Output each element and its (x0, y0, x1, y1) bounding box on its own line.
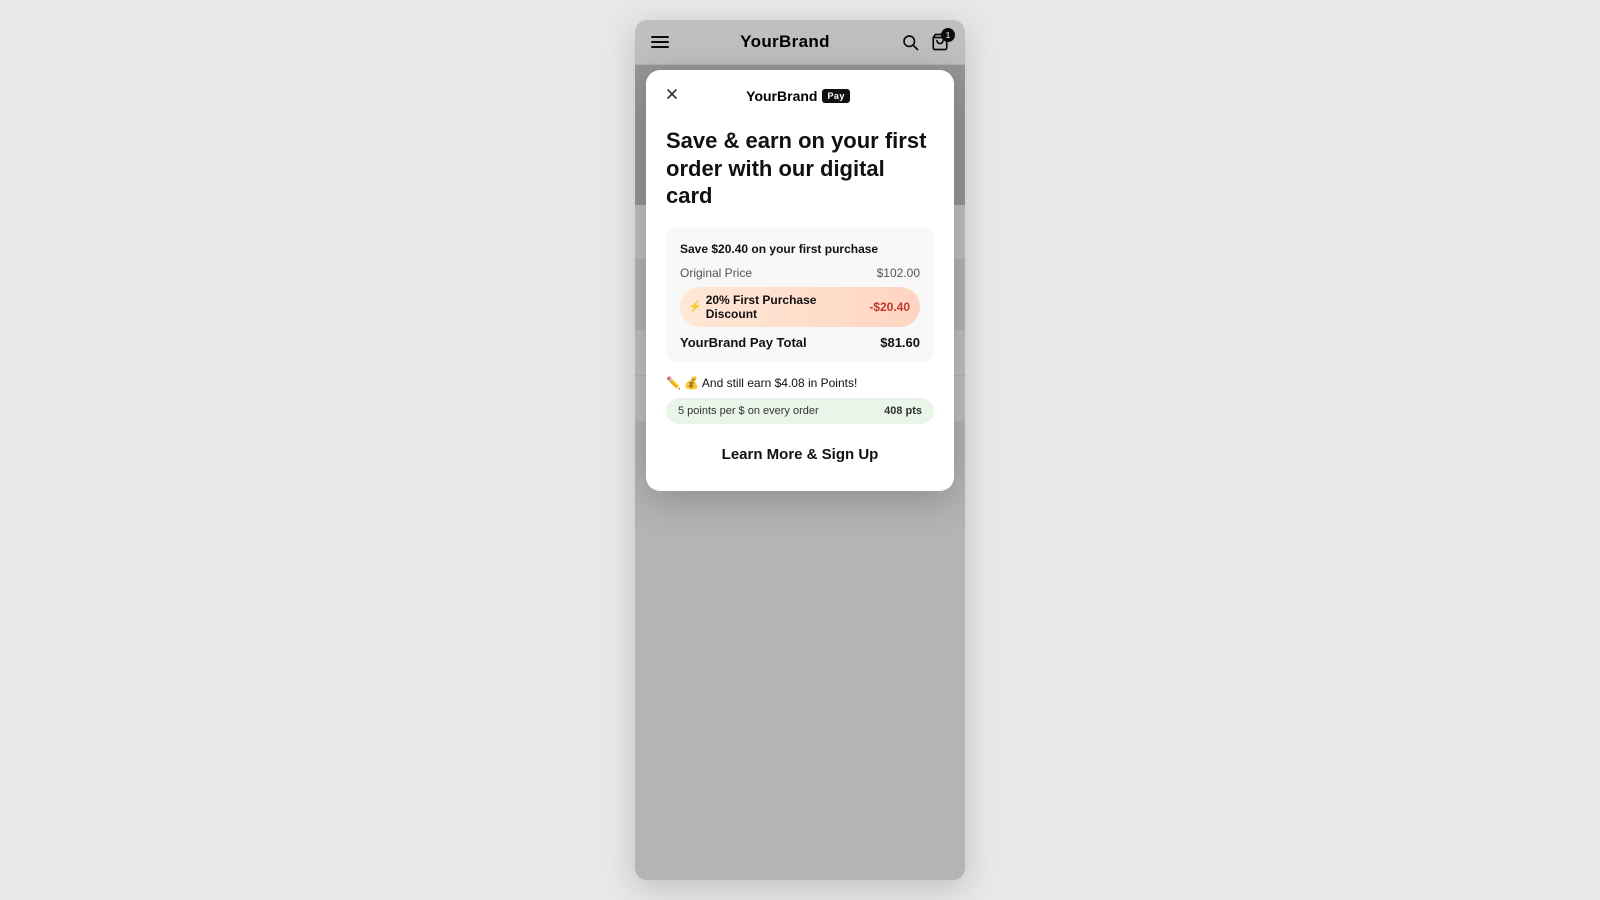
discount-amount: -$20.40 (869, 300, 910, 314)
modal-header: YourBrand Pay (646, 70, 954, 117)
discount-label: ⚡ 20% First Purchase Discount (688, 293, 869, 321)
total-row: YourBrand Pay Total $81.60 (680, 335, 920, 350)
modal-cta: Learn More & Sign Up (666, 438, 934, 471)
modal-body: Save & earn on your first order with our… (646, 117, 954, 491)
learn-more-signup-button[interactable]: Learn More & Sign Up (666, 438, 934, 471)
discount-row: ⚡ 20% First Purchase Discount -$20.40 (680, 287, 920, 327)
phone-frame: YourBrand 1 👟 (635, 20, 965, 880)
original-price-value: $102.00 (877, 266, 920, 280)
pay-badge: Pay (822, 89, 849, 103)
total-value: $81.60 (880, 335, 920, 350)
modal-brand-name: YourBrand (746, 88, 817, 104)
points-section: ✏️ 💰 And still earn $4.08 in Points! 5 p… (666, 376, 934, 424)
modal-close-button[interactable] (662, 84, 682, 107)
points-pill-value: 408 pts (884, 405, 922, 417)
pay-modal: YourBrand Pay Save & earn on your first … (646, 70, 954, 491)
lightning-icon: ⚡ (688, 300, 702, 313)
savings-card: Save $20.40 on your first purchase Origi… (666, 228, 934, 362)
modal-brand: YourBrand Pay (746, 88, 850, 104)
points-pill-label: 5 points per $ on every order (678, 405, 819, 417)
original-price-row: Original Price $102.00 (680, 266, 920, 280)
points-pill: 5 points per $ on every order 408 pts (666, 398, 934, 424)
modal-backdrop: YourBrand Pay Save & earn on your first … (635, 20, 965, 880)
points-headline: ✏️ 💰 And still earn $4.08 in Points! (666, 376, 934, 390)
original-price-label: Original Price (680, 266, 752, 280)
modal-headline: Save & earn on your first order with our… (666, 127, 934, 210)
savings-card-title: Save $20.40 on your first purchase (680, 242, 920, 256)
total-label: YourBrand Pay Total (680, 335, 807, 350)
discount-label-text: 20% First Purchase Discount (706, 293, 870, 321)
